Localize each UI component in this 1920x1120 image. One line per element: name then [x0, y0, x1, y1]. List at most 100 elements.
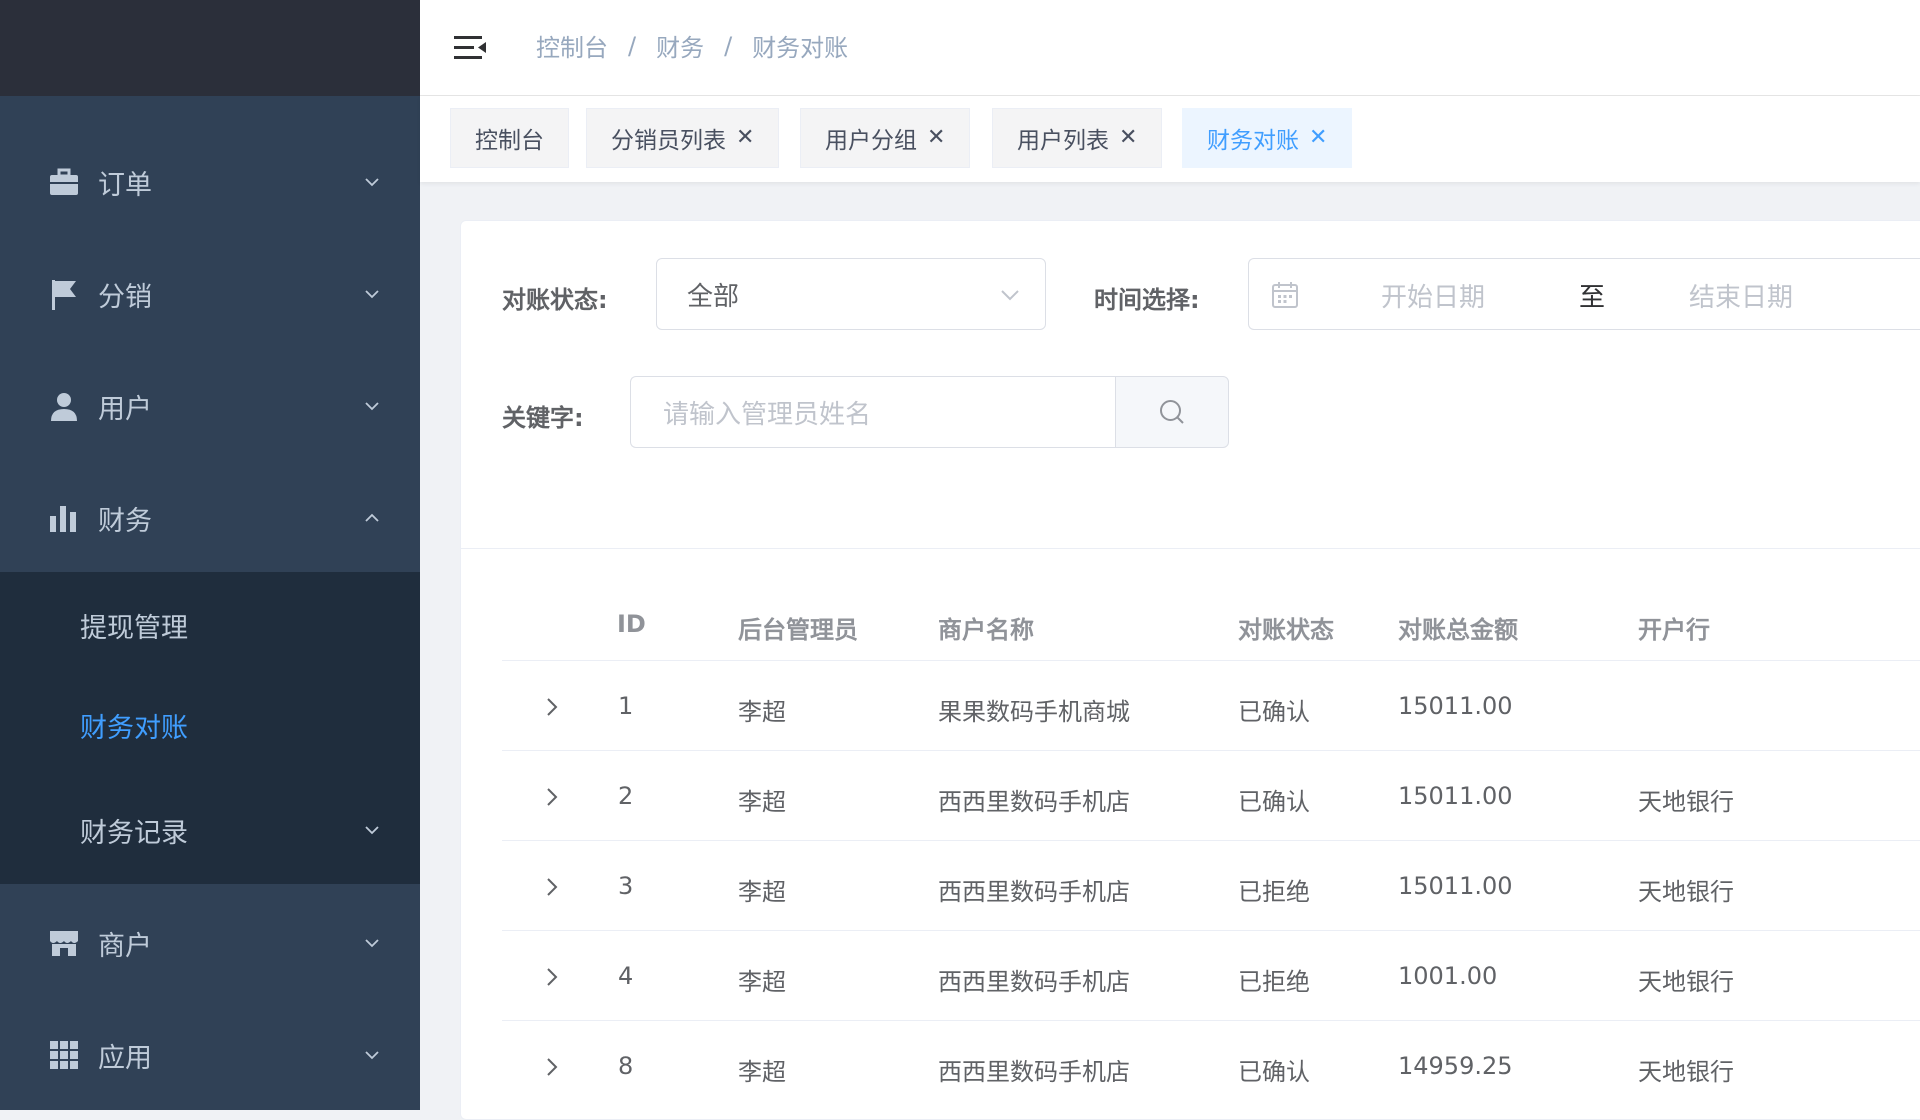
cell-merchant: 西西里数码手机店 — [938, 788, 1130, 816]
date-range-picker[interactable]: 开始日期 至 结束日期 — [1248, 258, 1920, 330]
grid-icon — [48, 1039, 80, 1071]
close-icon[interactable]: ✕ — [1309, 127, 1327, 149]
tag-dashboard[interactable]: 控制台 — [450, 108, 569, 168]
cell-admin: 李超 — [738, 878, 786, 906]
flag-icon — [48, 278, 80, 310]
cell-admin: 李超 — [738, 968, 786, 996]
sidebar-logo-area — [0, 0, 420, 96]
row-divider — [502, 840, 1920, 841]
chevron-right-icon[interactable] — [544, 696, 560, 718]
search-icon — [1160, 400, 1184, 424]
hamburger-icon[interactable] — [452, 30, 488, 66]
chevron-down-icon — [365, 178, 379, 187]
cell-status: 已拒绝 — [1238, 968, 1310, 996]
range-separator: 至 — [1579, 283, 1606, 313]
cell-bank: 天地银行 — [1638, 878, 1734, 906]
cell-merchant: 西西里数码手机店 — [938, 1058, 1130, 1086]
chevron-down-icon — [1001, 290, 1019, 301]
sidebar-item-finance-records[interactable]: 财务记录 — [0, 780, 420, 880]
calendar-icon — [1272, 282, 1298, 308]
time-filter-label: 时间选择: — [1094, 286, 1200, 314]
sidebar-item-users[interactable]: 用户 — [0, 350, 420, 462]
end-date-input[interactable]: 结束日期 — [1689, 277, 1793, 314]
tag-label: 分销员列表 — [611, 128, 726, 154]
column-header-bank: 开户行 — [1638, 616, 1710, 644]
briefcase-icon — [48, 166, 80, 198]
breadcrumb-separator: / — [724, 31, 733, 60]
cell-status: 已拒绝 — [1238, 878, 1310, 906]
sidebar-item-orders[interactable]: 订单 — [0, 126, 420, 238]
cell-merchant: 果果数码手机商城 — [938, 698, 1130, 726]
column-header-id: ID — [617, 610, 646, 638]
breadcrumb-item-current: 财务对账 — [752, 34, 849, 62]
status-filter-label: 对账状态: — [502, 286, 608, 314]
cell-bank: 天地银行 — [1638, 788, 1734, 816]
cell-bank: 天地银行 — [1638, 968, 1734, 996]
tag-distributor-list[interactable]: 分销员列表 ✕ — [586, 108, 780, 168]
column-header-admin: 后台管理员 — [738, 616, 858, 644]
cell-amount: 15011.00 — [1398, 692, 1513, 720]
table-header-divider — [502, 660, 1920, 661]
cell-status: 已确认 — [1238, 698, 1310, 726]
tag-label: 控制台 — [475, 128, 544, 154]
close-icon[interactable]: ✕ — [736, 127, 754, 149]
row-divider — [502, 750, 1920, 751]
start-date-input[interactable]: 开始日期 — [1381, 277, 1485, 314]
breadcrumb: 控制台 / 财务 / 财务对账 — [536, 28, 848, 63]
sidebar-item-withdraw[interactable]: 提现管理 — [0, 575, 420, 675]
chevron-down-icon — [365, 402, 379, 411]
sidebar-item-distribution[interactable]: 分销 — [0, 238, 420, 350]
chevron-down-icon — [365, 939, 379, 948]
store-icon — [48, 927, 80, 959]
chevron-right-icon[interactable] — [544, 876, 560, 898]
column-header-status: 对账状态 — [1238, 616, 1334, 644]
cell-status: 已确认 — [1238, 1058, 1310, 1086]
chevron-right-icon[interactable] — [544, 786, 560, 808]
chevron-right-icon[interactable] — [544, 1056, 560, 1078]
keyword-filter-label: 关键字: — [502, 404, 584, 432]
cell-admin: 李超 — [738, 698, 786, 726]
tag-label: 财务对账 — [1207, 128, 1299, 154]
tag-user-groups[interactable]: 用户分组 ✕ — [800, 108, 971, 168]
column-header-amount: 对账总金额 — [1398, 616, 1518, 644]
chevron-down-icon — [365, 1051, 379, 1060]
chevron-up-icon — [365, 513, 379, 522]
cell-status: 已确认 — [1238, 788, 1310, 816]
column-header-merchant: 商户名称 — [938, 616, 1034, 644]
cell-admin: 李超 — [738, 1058, 786, 1086]
cell-id: 1 — [618, 692, 634, 720]
status-select[interactable]: 全部 — [656, 258, 1046, 330]
sidebar-item-reconciliation[interactable]: 财务对账 — [0, 675, 420, 775]
tag-label: 用户列表 — [1017, 128, 1109, 154]
tag-reconciliation[interactable]: 财务对账 ✕ — [1182, 108, 1353, 168]
tag-user-list[interactable]: 用户列表 ✕ — [992, 108, 1163, 168]
status-select-value: 全部 — [687, 281, 740, 312]
cell-id: 2 — [618, 782, 634, 810]
sidebar-item-finance[interactable]: 财务 — [0, 462, 420, 574]
close-icon[interactable]: ✕ — [1119, 127, 1137, 149]
breadcrumb-separator: / — [628, 31, 637, 60]
tags-view: 控制台 分销员列表 ✕ 用户分组 ✕ 用户列表 ✕ 财务对账 ✕ — [420, 96, 1920, 182]
keyword-input[interactable]: 请输入管理员姓名 — [630, 376, 1116, 448]
bar-chart-icon — [48, 502, 80, 534]
breadcrumb-item-dashboard[interactable]: 控制台 — [536, 28, 608, 63]
search-button[interactable] — [1115, 376, 1229, 448]
row-divider — [502, 1020, 1920, 1021]
cell-amount: 15011.00 — [1398, 782, 1513, 810]
cell-merchant: 西西里数码手机店 — [938, 878, 1130, 906]
keyword-placeholder: 请输入管理员姓名 — [663, 399, 872, 430]
cell-id: 3 — [618, 872, 634, 900]
breadcrumb-item-finance[interactable]: 财务 — [656, 28, 704, 63]
close-icon[interactable]: ✕ — [927, 127, 945, 149]
cell-amount: 15011.00 — [1398, 872, 1513, 900]
cell-bank: 天地银行 — [1638, 1058, 1734, 1086]
user-icon — [48, 390, 80, 422]
chevron-down-icon — [365, 290, 379, 299]
sidebar-item-apps[interactable]: 应用 — [0, 999, 420, 1111]
row-divider — [502, 930, 1920, 931]
filter-divider — [461, 548, 1920, 549]
chevron-right-icon[interactable] — [544, 966, 560, 988]
cell-id: 8 — [618, 1052, 634, 1080]
tag-label: 用户分组 — [825, 128, 917, 154]
sidebar-item-merchants[interactable]: 商户 — [0, 887, 420, 999]
